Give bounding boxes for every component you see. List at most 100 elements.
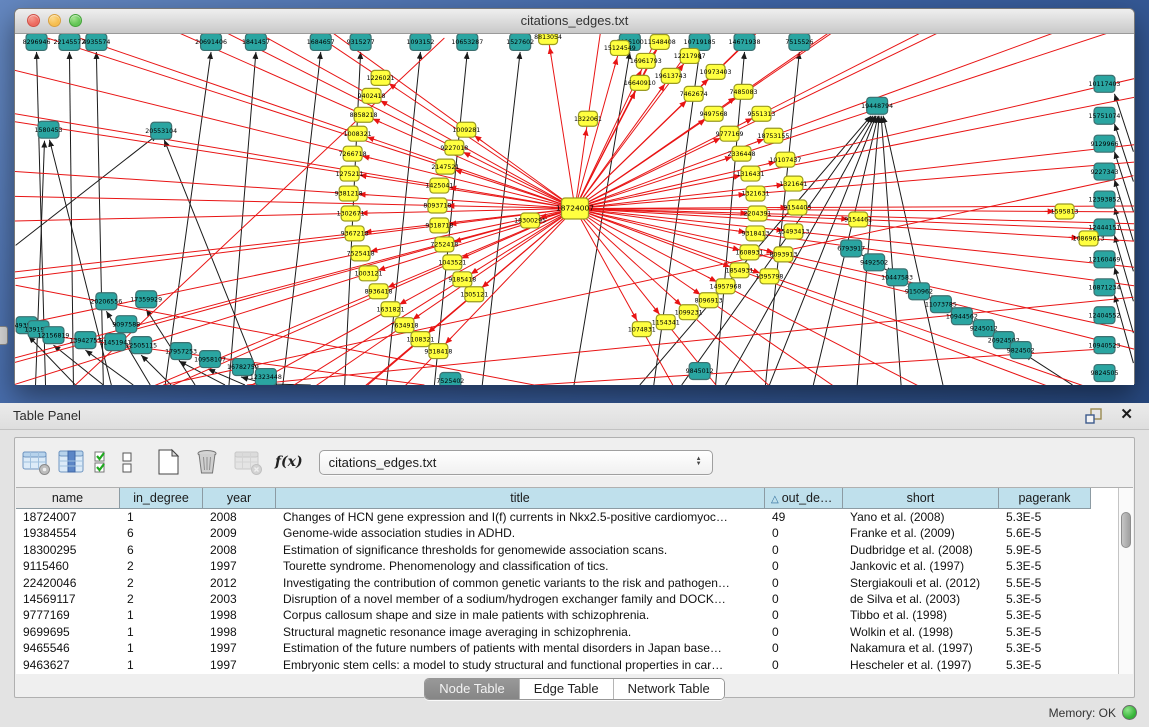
table-options-icon[interactable] [21,447,51,477]
graph-node[interactable]: 10871234 [1089,279,1121,296]
graph-node[interactable]: 1093152 [406,34,434,50]
table-row[interactable]: 2242004622012Investigating the contribut… [16,575,1133,591]
graph-node[interactable]: 9777169 [716,126,744,141]
graph-node[interactable]: 20206556 [90,293,122,310]
graph-node[interactable]: 1316431 [737,166,765,181]
graph-node[interactable]: 9318413 [742,226,770,241]
column-header-out-degree[interactable]: △out_de… [765,488,843,509]
graph-node[interactable]: 1631821 [377,302,405,317]
graph-node[interactable]: 20691406 [195,34,227,50]
column-header-short[interactable]: short [843,488,999,509]
graph-node[interactable]: 14671938 [729,34,761,50]
palette-handle[interactable] [0,326,8,345]
graph-node[interactable]: 2336448 [728,146,756,161]
tab-node-table[interactable]: Node Table [425,679,520,699]
citation-graph[interactable]: 8296946221455724935574206914061841457168… [15,34,1134,385]
column-header-pagerank[interactable]: pagerank [999,488,1091,509]
tab-edge-table[interactable]: Edge Table [520,679,614,699]
graph-node[interactable]: 1322061 [574,111,602,126]
graph-node[interactable]: 7266718 [339,146,367,161]
graph-node[interactable]: 8093913 [769,247,797,262]
graph-node[interactable]: 12393852 [1089,191,1121,208]
graph-node[interactable]: 1321641 [779,176,807,191]
graph-node[interactable]: 19448794 [861,97,893,114]
column-header-title[interactable]: title [276,488,765,509]
graph-node[interactable]: 1275211 [336,166,364,181]
window-titlebar[interactable]: citations_edges.txt [15,9,1134,34]
graph-node[interactable]: 8936418 [365,284,393,299]
graph-node[interactable]: 10958107 [194,351,226,368]
graph-node[interactable]: 1154341 [652,315,680,330]
graph-node[interactable]: 1595813 [1051,204,1079,219]
memory-status-indicator[interactable] [1122,705,1137,720]
zoom-window-button[interactable] [69,14,82,27]
graph-node[interactable]: 7462674 [680,86,708,101]
table-row[interactable]: 977716911998Corpus callosum shape and si… [16,607,1133,623]
graph-node[interactable]: 1009281 [452,122,480,137]
graph-node[interactable]: 9318718 [425,218,453,233]
select-rows-icon[interactable] [91,447,113,477]
table-row[interactable]: 1830029562008Estimation of significance … [16,542,1133,558]
graph-node[interactable]: 1008321 [344,126,372,141]
graph-node[interactable]: 2204391 [744,206,772,221]
graph-node[interactable]: 11548408 [644,34,676,49]
graph-node[interactable]: 1608931 [736,245,764,260]
graph-node[interactable]: 7634918 [391,318,419,333]
minimize-window-button[interactable] [48,14,61,27]
graph-node[interactable]: 7485083 [730,84,758,99]
vertical-scrollbar[interactable] [1118,488,1133,674]
graph-node[interactable]: 4935574 [82,34,110,50]
graph-node[interactable]: 8096913 [695,293,723,308]
graph-node[interactable]: 1003121 [355,266,383,281]
column-visibility-icon[interactable] [57,447,85,477]
scrollbar-thumb[interactable] [1121,512,1131,548]
graph-node[interactable]: 16640910 [624,75,656,90]
graph-node[interactable]: 9227018 [440,140,468,155]
graph-node[interactable]: 9551313 [748,106,776,121]
tab-network-table[interactable]: Network Table [614,679,724,699]
graph-node[interactable]: 9824505 [1091,365,1119,382]
graph-node[interactable]: 2147521 [431,159,459,174]
graph-node[interactable]: 9097588 [112,316,140,333]
graph-node[interactable]: 8813054 [534,34,562,44]
delete-column-icon[interactable] [193,447,221,477]
function-builder-icon[interactable]: f(x) [275,454,303,470]
graph-node[interactable]: 10447583 [881,269,913,286]
table-row[interactable]: 969969511998Structural magnetic resonanc… [16,624,1133,640]
table-select-dropdown[interactable]: citations_edges.txt ▲▼ [319,450,713,475]
graph-node[interactable]: 7515526 [785,34,813,50]
table-row[interactable]: 911546021997Tourette syndrome. Phenomeno… [16,558,1133,574]
graph-node[interactable]: 7525418 [347,246,375,261]
graph-node[interactable]: 9381218 [335,186,363,201]
graph-node[interactable]: 1854931 [726,263,754,278]
graph-node[interactable]: 19613743 [655,68,687,83]
graph-node[interactable]: 1684657 [307,34,335,50]
graph-node[interactable]: 12404552 [1089,307,1121,324]
column-header-year[interactable]: year [203,488,276,509]
graph-node[interactable]: 1321631 [742,186,770,201]
graph-node[interactable]: 9227343 [1091,163,1119,180]
row-options-icon[interactable] [119,447,135,477]
graph-node[interactable]: 10117403 [1089,75,1121,92]
graph-node[interactable]: 1226021 [367,70,395,85]
close-window-button[interactable] [27,14,40,27]
graph-node[interactable]: 1043521 [438,255,466,270]
graph-node[interactable]: 16961793 [630,53,662,68]
graph-node[interactable]: 8858218 [350,107,378,122]
graph-node[interactable]: 10973403 [700,64,732,79]
graph-node[interactable]: 6793917 [837,240,865,257]
graph-node[interactable]: 1395798 [755,269,783,284]
graph-node[interactable]: 7525402 [436,373,464,385]
graph-node[interactable]: 1841457 [242,34,270,50]
graph-node[interactable]: 1302671 [337,206,365,221]
graph-node[interactable]: 10653287 [451,34,483,50]
graph-node[interactable]: 9402418 [358,88,386,103]
graph-node[interactable]: 9154461 [844,212,872,227]
graph-node[interactable]: 7252418 [430,237,458,252]
graph-node[interactable]: 9824502 [1007,342,1035,359]
table-row[interactable]: 1456911722003Disruption of a novel membe… [16,591,1133,607]
table-row[interactable]: 1938455462009Genome-wide association stu… [16,525,1133,541]
graph-node[interactable]: 9150962 [905,283,933,300]
close-panel-icon[interactable]: ✕ [1120,406,1133,424]
graph-node[interactable]: 1527602 [506,34,534,50]
